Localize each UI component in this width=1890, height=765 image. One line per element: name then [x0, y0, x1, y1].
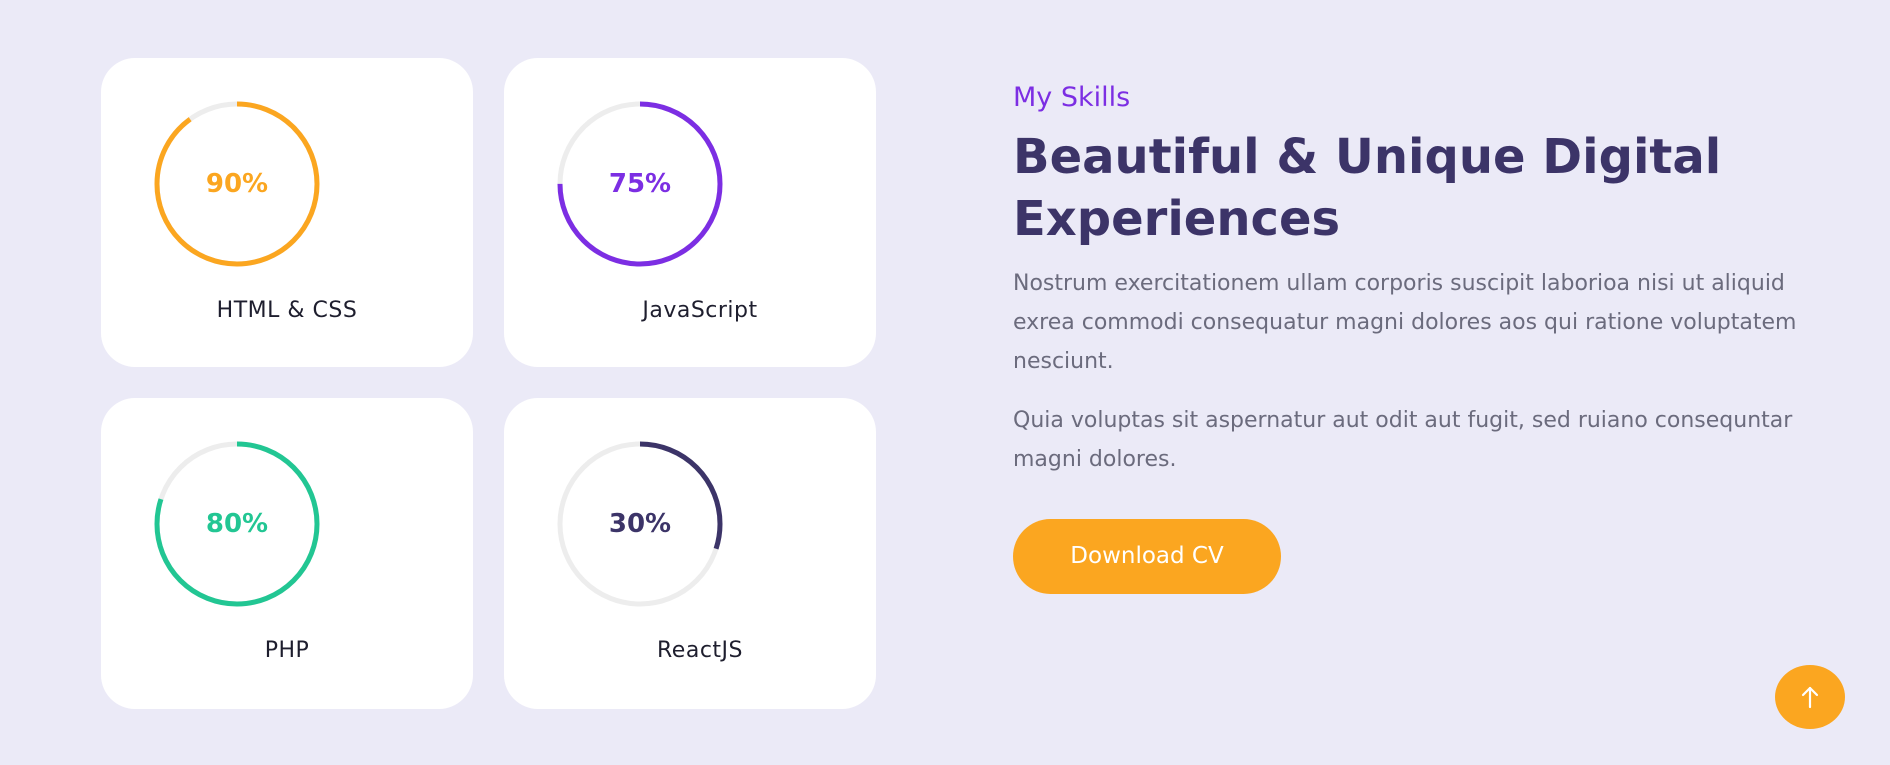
intro-paragraph-2: Quia voluptas sit aspernatur aut odit au…: [1013, 408, 1793, 472]
headline-line-2: Experiences: [1013, 191, 1341, 247]
intro-paragraph-1: Nostrum exercitationem ullam corporis su…: [1013, 271, 1797, 374]
skill-name: PHP: [264, 638, 310, 663]
skill-percent: 75%: [608, 169, 672, 199]
skill-name: JavaScript: [642, 298, 758, 323]
about-section: My Skills Beautiful & Unique Digital Exp…: [1013, 78, 1803, 479]
skill-name: HTML & CSS: [216, 298, 358, 323]
scroll-to-top-button[interactable]: [1775, 665, 1845, 729]
skills-grid: 90% HTML & CSS 75% JavaScript 80% PHP 30…: [101, 58, 876, 709]
skill-card-reactjs: 30% ReactJS: [504, 398, 876, 709]
skill-name: ReactJS: [657, 638, 743, 663]
skill-percent: 80%: [205, 509, 269, 539]
skill-card-javascript: 75% JavaScript: [504, 58, 876, 367]
skill-percent: 90%: [205, 169, 269, 199]
skill-percent: 30%: [608, 509, 672, 539]
download-cv-button[interactable]: Download CV: [1013, 519, 1281, 594]
skill-card-php: 80% PHP: [101, 398, 473, 709]
section-headline: Beautiful & Unique Digital Experiences: [1013, 126, 1803, 250]
headline-line-1: Beautiful & Unique Digital: [1013, 129, 1722, 185]
section-eyebrow: My Skills: [1013, 82, 1131, 113]
skill-card-html-css: 90% HTML & CSS: [101, 58, 473, 367]
arrow-up-icon: [1801, 686, 1819, 709]
